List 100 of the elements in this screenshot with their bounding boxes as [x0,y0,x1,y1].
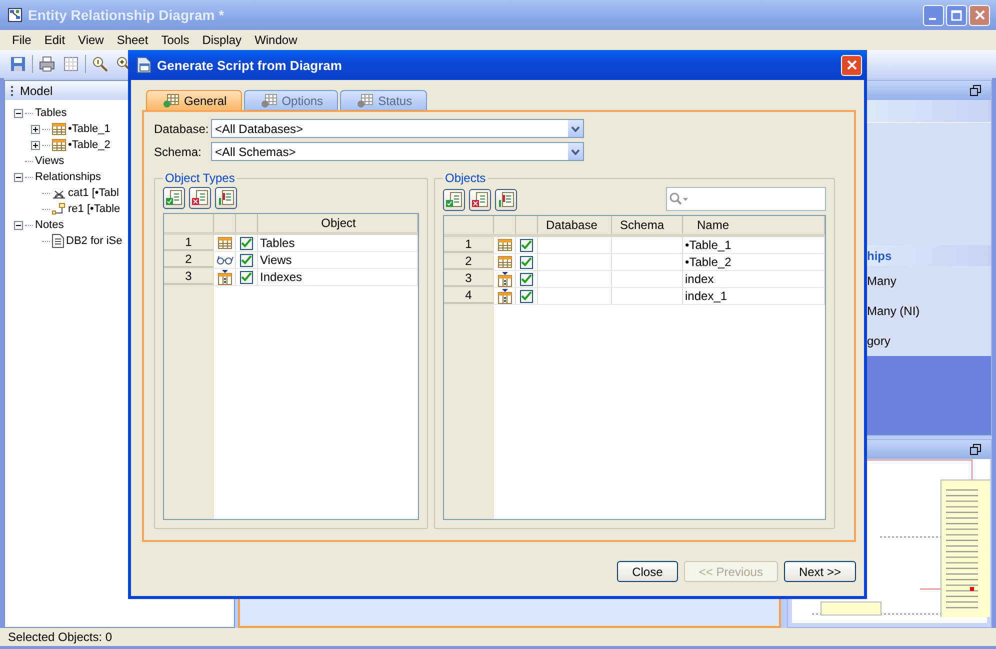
collapse-toggle[interactable] [14,172,23,182]
expand-toggle[interactable] [31,140,40,150]
collapse-toggle[interactable] [14,108,23,118]
table-icon [52,139,66,151]
tree-item[interactable]: cat1 [•Tabl [68,187,119,199]
search-field[interactable] [666,187,826,211]
minimize-button[interactable] [923,4,944,26]
row-number: 1 [444,237,494,253]
maximize-icon [951,10,962,20]
status-text: Selected Objects: 0 [8,630,112,644]
checklist-icon [217,189,235,207]
maximize-button[interactable] [946,4,967,26]
table-cell: Tables [258,235,418,251]
table-cell: •Table_2 [683,254,825,270]
table-icon [498,239,512,251]
palette-item[interactable]: Many (NI) [867,304,991,318]
checklist-icon [471,191,489,209]
index-icon [498,288,512,304]
dialog-title: Generate Script from Diagram [157,58,342,72]
table-icon [163,94,179,108]
uncheck-all-button[interactable] [189,187,211,209]
column-header[interactable]: Name [683,216,825,234]
grid-icon[interactable] [63,56,79,72]
collapse-toggle[interactable] [14,220,23,230]
checkbox[interactable] [520,238,533,252]
search-icon [669,192,689,206]
tree-item[interactable]: •Table_1 [68,123,110,135]
section-title: hips [867,248,892,262]
tree-item[interactable]: re1 [•Table [68,203,120,215]
menu-item[interactable]: Edit [38,33,72,47]
table-icon [357,94,374,108]
checkbox[interactable] [240,236,253,250]
table-cell: •Table_1 [683,237,825,253]
row-number: 2 [164,252,214,268]
table-icon [218,237,232,249]
group-title: Object Types [164,171,236,185]
checklist-icon [497,191,515,209]
check-all-button[interactable] [163,187,185,209]
menu-item[interactable]: View [72,33,111,47]
close-icon [974,10,984,20]
palette-item[interactable]: gory [867,334,991,348]
restore-icon[interactable] [970,444,981,455]
row-number: 2 [444,254,494,270]
close-button[interactable] [969,4,990,26]
row-number: 3 [444,271,494,287]
window-title: Entity Relationship Diagram * [28,7,224,23]
table-icon [498,256,512,268]
menu-item[interactable]: Sheet [110,33,156,47]
caret-icon [571,148,580,154]
checklist-icon [191,189,209,207]
checkbox[interactable] [520,256,533,268]
checkbox[interactable] [520,272,533,286]
uncheck-all-button[interactable] [469,189,491,211]
table-cell: index [683,271,825,287]
row-number: 3 [164,269,214,285]
menu-item[interactable]: Display [196,33,249,47]
print-icon[interactable] [39,56,55,72]
table-cell: Indexes [258,269,418,285]
index-icon [498,272,512,286]
schema-dropdown[interactable]: <All Schemas> [211,142,584,161]
column-header[interactable]: Database [538,216,612,234]
row-number: 1 [164,235,214,251]
relationship-icon [52,203,66,215]
tree-item[interactable]: Tables [35,107,67,119]
checkbox[interactable] [240,270,253,284]
close-icon [846,60,856,70]
checkbox[interactable] [240,254,253,266]
checklist-icon [445,191,463,209]
column-header[interactable]: Schema [612,216,683,234]
checkbox[interactable] [520,290,533,302]
menu-item[interactable]: Tools [155,33,196,47]
invert-selection-button[interactable] [215,187,237,209]
table-icon [52,123,66,135]
expand-toggle[interactable] [31,124,40,134]
field-label: Schema: [154,144,202,158]
tree-item[interactable]: DB2 for iSe [66,235,122,247]
dialog-button[interactable]: Close [616,561,678,582]
dialog-button[interactable]: Next >> [784,561,856,582]
diagram-icon [8,8,22,22]
close-button[interactable] [841,54,862,76]
menu-item[interactable]: Window [248,33,304,47]
menu-item[interactable]: File [6,33,38,47]
table-cell: index_1 [683,288,825,304]
zoom-actual-icon[interactable] [92,56,108,72]
restore-icon[interactable] [970,85,981,96]
database-dropdown[interactable]: <All Databases> [211,119,584,138]
tab[interactable]: General [146,90,242,110]
palette-item[interactable]: Many [867,274,991,288]
caret-icon [571,126,580,132]
save-icon[interactable] [10,56,26,72]
tree-item[interactable]: Notes [35,219,64,231]
tree-item[interactable]: Views [35,155,64,167]
invert-selection-button[interactable] [495,189,517,211]
group-title: Objects [444,171,487,185]
row-number: 4 [444,288,494,304]
check-all-button[interactable] [443,189,465,211]
tree-item[interactable]: •Table_2 [68,139,110,151]
table-icon [260,94,277,108]
tree-item[interactable]: Relationships [35,171,102,183]
index-icon [218,270,232,284]
